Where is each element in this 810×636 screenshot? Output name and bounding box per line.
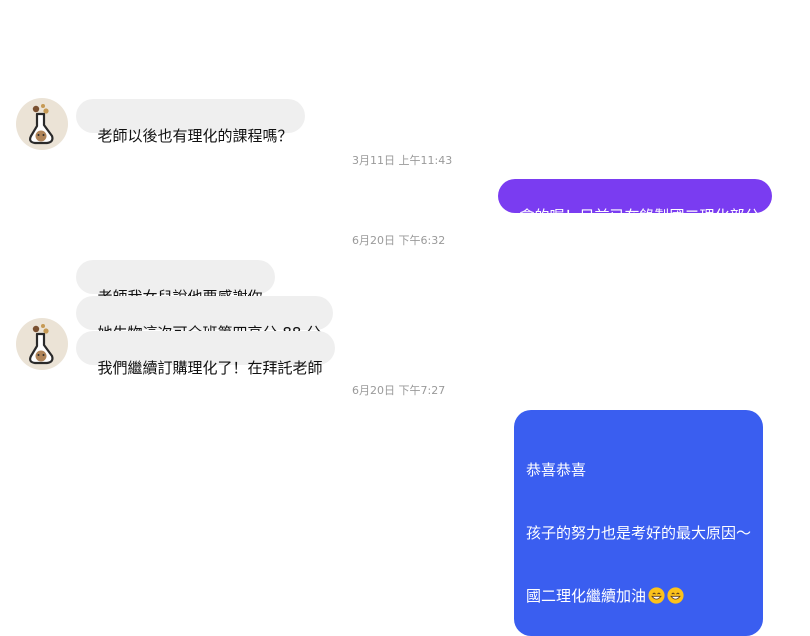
message-line: 恭喜恭喜 (526, 461, 587, 479)
outgoing-message[interactable]: 會的喔！目前已在錄製國二理化部分 (498, 179, 772, 225)
flask-logo-icon (29, 324, 54, 365)
timestamp: 6月20日 下午6:32 (352, 234, 446, 247)
message-line: 國二理化繼續加油 (526, 586, 751, 607)
grinning-face-icon (648, 587, 665, 604)
contact-avatar[interactable] (16, 98, 68, 150)
outgoing-message[interactable]: 恭喜恭喜 孩子的努力也是考好的最大原因～ 國二理化繼續加油 (514, 410, 764, 636)
message-text: 會的喔！目前已在錄製國二理化部分 (519, 207, 760, 225)
grinning-face-icon (667, 587, 684, 604)
incoming-message[interactable]: 她生物這次可全班第四高分 88 分 (76, 296, 334, 342)
timestamp: 6月20日 下午7:27 (352, 384, 446, 397)
message-text: 國二理化繼續加油 (526, 587, 647, 605)
incoming-message[interactable]: 老師我女兒說他要感謝你 (76, 260, 275, 306)
incoming-message[interactable]: 老師以後也有理化的課程嗎？ (76, 99, 305, 145)
incoming-message[interactable]: 我們繼續訂購理化了！在拜託老師 (76, 331, 335, 377)
message-text: 老師以後也有理化的課程嗎？ (97, 127, 293, 145)
contact-avatar[interactable] (16, 318, 68, 370)
message-line: 孩子的努力也是考好的最大原因～ (526, 524, 752, 542)
message-text: 我們繼續訂購理化了！在拜託老師 (97, 359, 323, 377)
timestamp: 3月11日 上午11:43 (352, 154, 453, 167)
flask-logo-icon (29, 104, 54, 145)
